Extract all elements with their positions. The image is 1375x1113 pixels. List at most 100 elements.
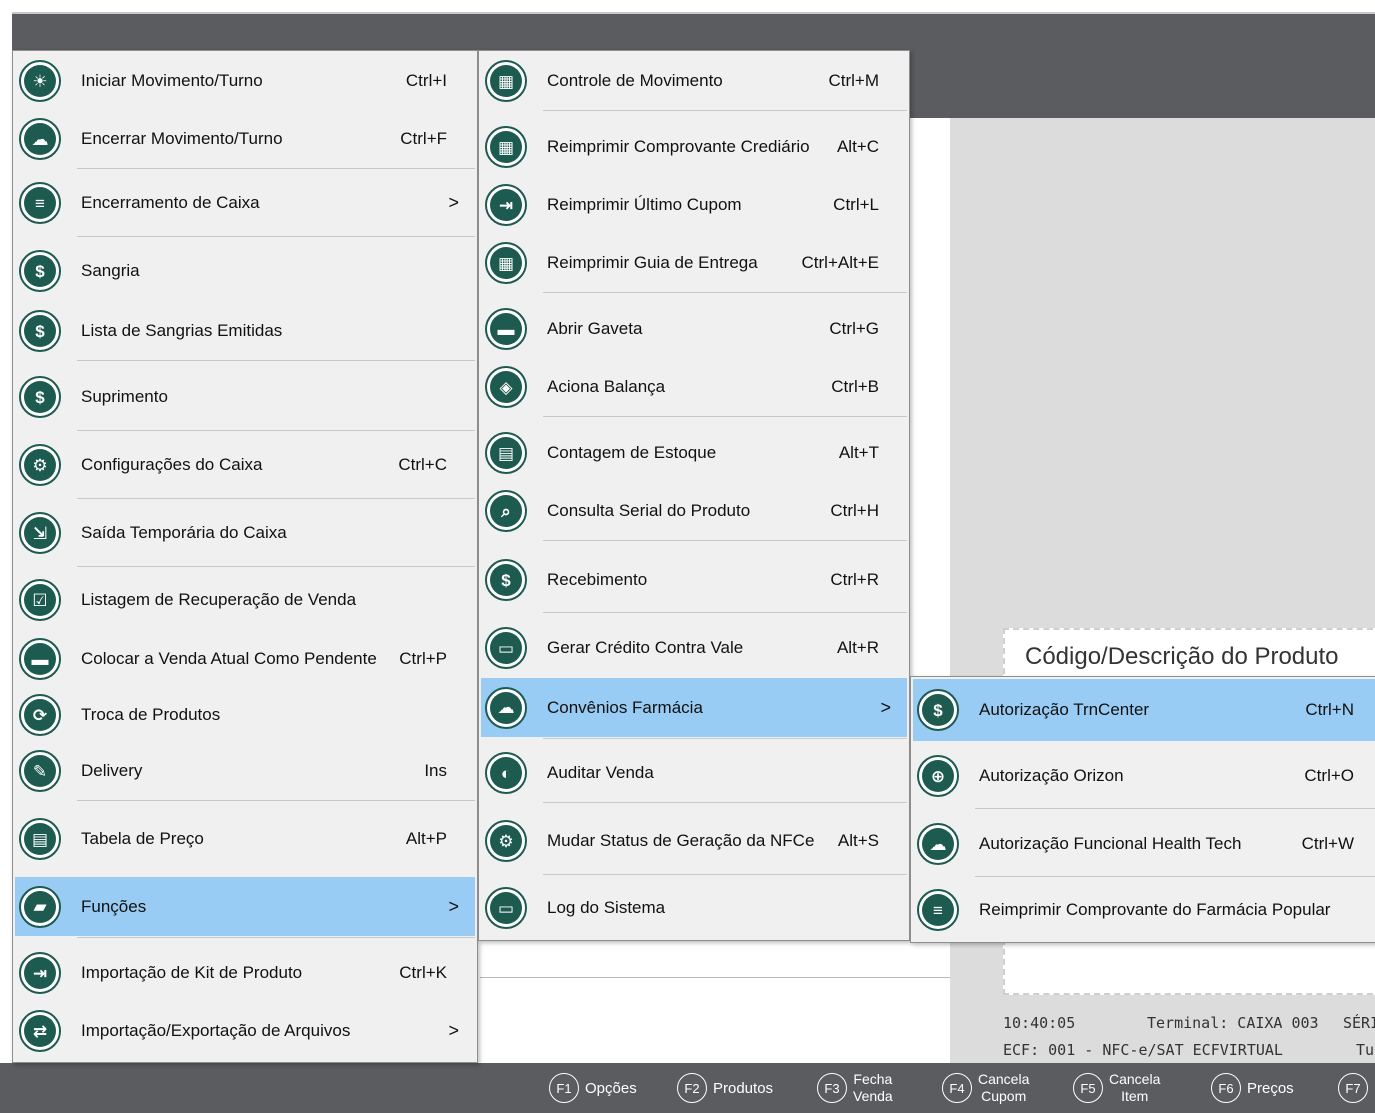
fkey-label: Opções xyxy=(585,1079,637,1097)
fkey-f6[interactable]: F6 Preços xyxy=(1211,1070,1294,1106)
menu-item-abrir-gaveta[interactable]: ▬ Abrir Gaveta Ctrl+G xyxy=(481,301,907,357)
fkey-badge: F7 xyxy=(1338,1073,1368,1103)
menu-separator xyxy=(77,800,475,801)
menu-item-label: Configurações do Caixa xyxy=(81,455,263,474)
menu-item-sangria[interactable]: $ Sangria xyxy=(15,239,475,303)
menu-item-listagem-de-recuperacao-de-venda[interactable]: ☑ Listagem de Recuperação de Venda xyxy=(15,569,475,631)
menu-separator xyxy=(77,498,475,499)
menu-item-label: Contagem de Estoque xyxy=(547,443,717,462)
menu-item-label: Controle de Movimento xyxy=(547,71,723,90)
menu-item-encerrar-movimento-turno[interactable]: ☁ Encerrar Movimento/Turno Ctrl+F xyxy=(15,111,475,167)
menu-item-saida-temporaria-do-caixa[interactable]: ⇲ Saída Temporária do Caixa xyxy=(15,501,475,565)
menu-item-suprimento[interactable]: $ Suprimento xyxy=(15,365,475,429)
menu-item-autorizacao-orizon[interactable]: ⊕ Autorização Orizon Ctrl+O xyxy=(913,745,1375,807)
exit-icon: ⇲ xyxy=(19,512,61,554)
menu-item-autorizacao-trncenter[interactable]: $ Autorização TrnCenter Ctrl+N xyxy=(913,679,1375,741)
fkey-label-line1: Fecha xyxy=(853,1071,893,1087)
fkey-f2[interactable]: F2 Produtos xyxy=(677,1070,773,1106)
menu-item-label: Colocar a Venda Atual Como Pendente xyxy=(81,649,377,668)
menu-item-shortcut: Ctrl+B xyxy=(831,377,879,396)
search-icon-glyph: ⌕ xyxy=(490,495,522,527)
gears-icon: ⚙ xyxy=(485,820,527,862)
status-serie: SÉRIE xyxy=(1343,1014,1375,1032)
shuffle-icon-glyph: ⇄ xyxy=(24,1015,56,1047)
fkey-label: Cancela Cupom xyxy=(978,1071,1029,1105)
menu-item-label: Reimprimir Guia de Entrega xyxy=(547,253,758,272)
chevron-right-icon: > xyxy=(448,192,459,213)
menu-item-shortcut: Ctrl+C xyxy=(398,455,447,474)
menu-item-contagem-de-estoque[interactable]: ▤ Contagem de Estoque Alt+T xyxy=(481,425,907,481)
menu-item-label: Convênios Farmácia xyxy=(547,697,703,717)
hand-card-icon-glyph: ▭ xyxy=(490,632,522,664)
exchange-icon-glyph: ⟳ xyxy=(24,699,56,731)
menu-item-shortcut: Ctrl+K xyxy=(399,963,447,982)
menu-item-aciona-balanca[interactable]: ◈ Aciona Balança Ctrl+B xyxy=(481,359,907,415)
menu-item-reimprimir-comprovante-crediario[interactable]: ▦ Reimprimir Comprovante Crediário Alt+C xyxy=(481,119,907,175)
menu-item-label: Importação de Kit de Produto xyxy=(81,963,303,982)
exchange-icon: ⟳ xyxy=(19,694,61,736)
hand-card-icon: ▭ xyxy=(485,627,527,669)
menu-separator xyxy=(975,876,1375,877)
divider xyxy=(480,977,950,978)
fkey-f3[interactable]: F3 Fecha Venda xyxy=(817,1070,893,1106)
calculator-icon-glyph: ▦ xyxy=(490,247,522,279)
folder-icon: ▰ xyxy=(19,885,61,928)
import-icon-glyph: ⇥ xyxy=(490,189,522,221)
calculator-icon: ▦ xyxy=(485,60,527,102)
menu-item-shortcut: Ctrl+G xyxy=(829,319,879,338)
menu-item-gerar-credito-contra-vale[interactable]: ▭ Gerar Crédito Contra Vale Alt+R xyxy=(481,617,907,679)
menu-separator xyxy=(543,874,907,875)
menu-item-label: Reimprimir Comprovante do Farmácia Popul… xyxy=(979,900,1331,919)
menu-item-label: Encerramento de Caixa xyxy=(81,193,260,212)
clipboard-icon: ▤ xyxy=(19,818,61,860)
fkey-f7[interactable]: F7 xyxy=(1338,1070,1374,1106)
menu-item-reimprimir-ultimo-cupom[interactable]: ⇥ Reimprimir Último Cupom Ctrl+L xyxy=(481,177,907,233)
menu-item-shortcut: Ctrl+P xyxy=(399,649,447,668)
gears-icon: ⚙ xyxy=(19,444,61,486)
menu-item-configuracoes-do-caixa[interactable]: ⚙ Configurações do Caixa Ctrl+C xyxy=(15,433,475,497)
menu-separator xyxy=(543,110,907,111)
menu-item-encerramento-de-caixa[interactable]: ≡ Encerramento de Caixa > xyxy=(15,171,475,235)
menu-item-delivery[interactable]: ✎ Delivery Ins xyxy=(15,743,475,799)
menu-item-shortcut: Ctrl+W xyxy=(1301,834,1354,853)
menu-item-log-do-sistema[interactable]: ▭ Log do Sistema xyxy=(481,877,907,939)
menu-item-lista-de-sangrias-emitidas[interactable]: $ Lista de Sangrias Emitidas xyxy=(15,303,475,359)
fkey-badge: F3 xyxy=(817,1073,847,1103)
menu-item-funcoes[interactable]: ▰ Funções > xyxy=(15,877,475,936)
checklist-icon: ☑ xyxy=(19,579,61,621)
menu-item-controle-de-movimento[interactable]: ▦ Controle de Movimento Ctrl+M xyxy=(481,53,907,109)
fkey-f4[interactable]: F4 Cancela Cupom xyxy=(942,1070,1029,1106)
menu-item-label: Encerrar Movimento/Turno xyxy=(81,129,283,148)
clipboard-icon-glyph: ▤ xyxy=(490,437,522,469)
menu-item-reimprimir-comprovante-do-farmacia-popular[interactable]: ≡ Reimprimir Comprovante do Farmácia Popu… xyxy=(913,879,1375,941)
hand-card-icon: ▭ xyxy=(485,887,527,929)
menu-separator xyxy=(543,292,907,293)
menu-item-recebimento[interactable]: $ Recebimento Ctrl+R xyxy=(481,549,907,611)
menu-item-mudar-status-de-geracao-da-nfce[interactable]: ⚙ Mudar Status de Geração da NFCe Alt+S xyxy=(481,809,907,873)
plus-circle-icon-glyph: ⊕ xyxy=(922,760,954,792)
menu-item-convenios-farmacia[interactable]: ☁ Convênios Farmácia > xyxy=(481,678,907,737)
menu-item-auditar-venda[interactable]: ◐ Auditar Venda xyxy=(481,745,907,801)
menu-item-iniciar-movimento-turno[interactable]: ☀ Iniciar Movimento/Turno Ctrl+I xyxy=(15,53,475,109)
menu-separator xyxy=(543,540,907,541)
exit-icon-glyph: ⇲ xyxy=(24,517,56,549)
menu-item-reimprimir-guia-de-entrega[interactable]: ▦ Reimprimir Guia de Entrega Ctrl+Alt+E xyxy=(481,235,907,291)
menu-item-importacao-de-kit-de-produto[interactable]: ⇥ Importação de Kit de Produto Ctrl+K xyxy=(15,941,475,1005)
chevron-right-icon: > xyxy=(448,896,459,916)
fkey-label-line2: Cupom xyxy=(981,1088,1027,1104)
menu-item-shortcut: Alt+R xyxy=(836,638,879,657)
menu-item-colocar-a-venda-atual-como-pendente[interactable]: ▬ Colocar a Venda Atual Como Pendente Ctrl… xyxy=(15,631,475,687)
menu-item-troca-de-produtos[interactable]: ⟳ Troca de Produtos xyxy=(15,687,475,743)
shuffle-icon: ⇄ xyxy=(19,1010,61,1052)
fkey-f5[interactable]: F5 Cancela Item xyxy=(1073,1070,1160,1106)
menu-item-importacao-exportacao-de-arquivos[interactable]: ⇄ Importação/Exportação de Arquivos > xyxy=(15,1003,475,1059)
delivery-icon: ✎ xyxy=(19,750,61,792)
menu-item-label: Funções xyxy=(81,896,147,916)
menu-item-label: Recebimento xyxy=(547,570,648,589)
menu-item-autorizacao-funcional-health-tech[interactable]: ☁ Autorização Funcional Health Tech Ctrl+W xyxy=(913,813,1375,875)
chevron-right-icon: > xyxy=(448,1020,459,1041)
menu-item-label: Aciona Balança xyxy=(547,377,666,396)
fkey-f1[interactable]: F1 Opções xyxy=(549,1070,637,1106)
menu-item-consulta-serial-do-produto[interactable]: ⌕ Consulta Serial do Produto Ctrl+H xyxy=(481,483,907,539)
menu-item-tabela-de-preco[interactable]: ▤ Tabela de Preço Alt+P xyxy=(15,807,475,871)
